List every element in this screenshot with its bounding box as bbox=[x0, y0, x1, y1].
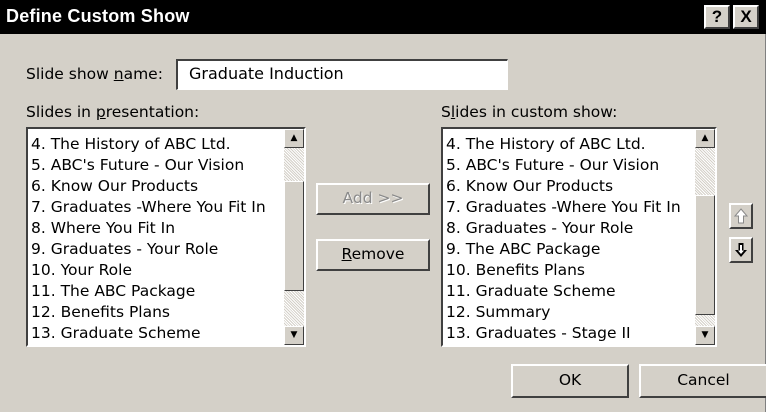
cancel-button[interactable]: Cancel bbox=[639, 364, 766, 398]
help-button[interactable]: ? bbox=[704, 5, 730, 29]
title-bar[interactable]: Define Custom Show ? X bbox=[0, 0, 766, 34]
scroll-down-icon[interactable]: ▼ bbox=[695, 326, 715, 345]
list-item[interactable]: 13. Graduate Scheme bbox=[31, 323, 282, 344]
vertical-scrollbar[interactable]: ▲ ▼ bbox=[695, 129, 715, 345]
up-arrow-icon bbox=[733, 208, 749, 224]
list-item[interactable]: 10. Your Role bbox=[31, 260, 282, 281]
define-custom-show-dialog: Define Custom Show ? X Slide show name: … bbox=[0, 0, 766, 412]
up-arrow-icon[interactable] bbox=[729, 203, 753, 229]
list-item[interactable]: 11. Graduate Scheme bbox=[446, 281, 693, 302]
scroll-up-icon[interactable]: ▲ bbox=[695, 129, 715, 148]
ok-button[interactable]: OK bbox=[511, 364, 629, 398]
scrollbar-thumb[interactable] bbox=[695, 195, 715, 315]
list-item[interactable]: 4. The History of ABC Ltd. bbox=[31, 134, 282, 155]
list-item[interactable]: 6. Know Our Products bbox=[446, 176, 693, 197]
list-item[interactable]: 9. The ABC Package bbox=[446, 239, 693, 260]
list-item[interactable]: 8. Where You Fit In bbox=[31, 218, 282, 239]
scroll-up-icon[interactable]: ▲ bbox=[284, 129, 304, 148]
list-item[interactable]: 7. Graduates -Where You Fit In bbox=[31, 197, 282, 218]
list-item[interactable]: 10. Benefits Plans bbox=[446, 260, 693, 281]
scroll-down-icon[interactable]: ▼ bbox=[284, 326, 304, 345]
list-item[interactable]: 8. Graduates - Your Role bbox=[446, 218, 693, 239]
slides-in-presentation-list[interactable]: 4. The History of ABC Ltd. 5. ABC's Futu… bbox=[26, 127, 306, 347]
scrollbar-thumb[interactable] bbox=[284, 181, 304, 291]
list-item[interactable]: 5. ABC's Future - Our Vision bbox=[446, 155, 693, 176]
vertical-scrollbar[interactable]: ▲ ▼ bbox=[284, 129, 304, 345]
list-item[interactable]: 6. Know Our Products bbox=[31, 176, 282, 197]
list-item[interactable]: 11. The ABC Package bbox=[31, 281, 282, 302]
list-item[interactable]: 12. Summary bbox=[446, 302, 693, 323]
add-button[interactable]: Add >> bbox=[316, 183, 430, 215]
slides-in-custom-show-label: Slides in custom show: bbox=[441, 103, 618, 121]
list-item[interactable]: 4. The History of ABC Ltd. bbox=[446, 134, 693, 155]
list-item[interactable]: 13. Graduates - Stage II bbox=[446, 323, 693, 344]
list-item[interactable]: 12. Benefits Plans bbox=[31, 302, 282, 323]
slide-show-name-label: Slide show name: bbox=[26, 65, 163, 83]
list-item[interactable]: 5. ABC's Future - Our Vision bbox=[31, 155, 282, 176]
down-arrow-icon bbox=[735, 243, 747, 257]
close-button[interactable]: X bbox=[733, 5, 759, 29]
list-item[interactable]: 7. Graduates -Where You Fit In bbox=[446, 197, 693, 218]
list-item[interactable]: 9. Graduates - Your Role bbox=[31, 239, 282, 260]
slides-in-presentation-label: Slides in presentation: bbox=[26, 103, 200, 121]
remove-button[interactable]: Remove bbox=[316, 239, 430, 271]
slides-in-custom-show-list[interactable]: 4. The History of ABC Ltd. 5. ABC's Futu… bbox=[441, 127, 717, 347]
slide-show-name-input[interactable]: Graduate Induction bbox=[176, 59, 508, 90]
dialog-title: Define Custom Show bbox=[6, 6, 190, 26]
down-arrow-icon[interactable] bbox=[729, 237, 753, 263]
